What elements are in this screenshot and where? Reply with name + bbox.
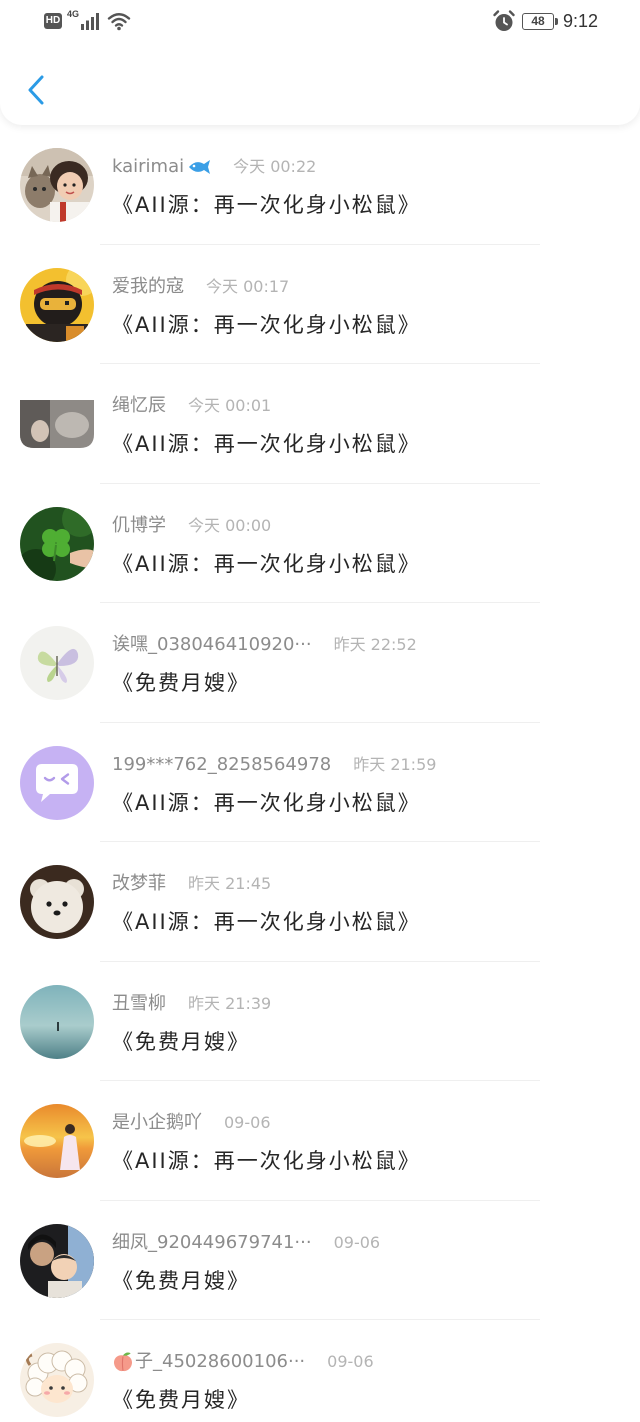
timestamp: 昨天 21:59 <box>353 754 437 774</box>
username[interactable]: 子_45028600106··· <box>135 1350 305 1374</box>
username[interactable]: 改梦菲 <box>112 872 166 896</box>
name-row: 丑雪柳 昨天 21:39 <box>112 992 271 1016</box>
username[interactable]: 爱我的寇 <box>112 275 184 299</box>
timestamp: 09-06 <box>224 1113 271 1132</box>
avatar[interactable] <box>20 506 94 581</box>
list-item[interactable]: kairimai 今天 00:22 《AII源：再一次化身小松鼠》 <box>0 125 640 245</box>
status-bar: HD 4G 48 9:12 <box>0 0 640 44</box>
timestamp: 昨天 21:45 <box>188 874 272 893</box>
name-row: kairimai 今天 00:22 <box>112 155 316 179</box>
name-row: 细凤_920449679741··· 09-06 <box>112 1231 380 1255</box>
timestamp: 09-06 <box>333 1232 381 1252</box>
name-row: 199***762_8258564978 昨天 21:59 <box>112 753 436 777</box>
network-type-label: 4G <box>67 9 80 19</box>
message-text: 《AII源：再一次化身小松鼠》 <box>112 432 421 456</box>
timestamp: 昨天 21:39 <box>188 993 272 1013</box>
message-text: 《AII源：再一次化身小松鼠》 <box>112 193 421 217</box>
username[interactable]: 仉博学 <box>112 514 166 538</box>
timestamp: 今天 00:00 <box>188 515 272 535</box>
alarm-icon <box>492 9 516 33</box>
battery-level: 48 <box>531 14 545 28</box>
timestamp: 今天 00:22 <box>233 157 317 176</box>
fish-icon <box>187 159 211 175</box>
list-item[interactable]: 爱我的寇 今天 00:17 《AII源：再一次化身小松鼠》 <box>0 245 640 364</box>
battery-terminal <box>555 18 558 25</box>
list-item[interactable]: 是小企鹅吖 09-06 《AII源：再一次化身小松鼠》 <box>0 1081 640 1201</box>
list-item[interactable]: 诶嘿_038046410920··· 昨天 22:52 《免费月嫂》 <box>0 603 640 723</box>
message-text: 《免费月嫂》 <box>112 1268 250 1293</box>
chevron-left-icon[interactable] <box>26 74 46 106</box>
username[interactable]: 199***762_8258564978 <box>112 753 331 777</box>
timestamp: 09-06 <box>327 1352 374 1371</box>
name-row: 仉博学 今天 00:00 <box>112 514 271 538</box>
avatar[interactable] <box>20 1104 94 1178</box>
timestamp: 今天 00:17 <box>206 276 290 296</box>
header: HD 4G 48 9:12 <box>0 0 640 125</box>
avatar[interactable] <box>20 1223 94 1298</box>
avatar[interactable] <box>20 148 94 222</box>
avatar[interactable] <box>20 626 94 700</box>
message-text: 《免费月嫂》 <box>112 1388 250 1412</box>
list-item[interactable]: 仉博学 今天 00:00 《AII源：再一次化身小松鼠》 <box>0 484 640 603</box>
avatar[interactable] <box>20 267 94 342</box>
timestamp: 昨天 22:52 <box>333 635 417 654</box>
list-item[interactable]: 丑雪柳 昨天 21:39 《免费月嫂》 <box>0 962 640 1081</box>
name-row: 绳忆辰 今天 00:01 <box>112 394 271 418</box>
clock-time: 9:12 <box>563 11 599 31</box>
timestamp: 今天 00:01 <box>188 396 272 415</box>
message-text: 《AII源：再一次化身小松鼠》 <box>112 1149 421 1173</box>
username[interactable]: 细凤_920449679741··· <box>112 1231 312 1255</box>
list-item[interactable]: 子_45028600106··· 09-06 《免费月嫂》 <box>0 1320 640 1422</box>
back-button[interactable] <box>18 68 54 112</box>
message-text: 《AII源：再一次化身小松鼠》 <box>112 551 421 576</box>
message-text: 《AII源：再一次化身小松鼠》 <box>112 790 421 815</box>
message-list: kairimai 今天 00:22 《AII源：再一次化身小松鼠》 爱我的寇 今… <box>0 125 640 1422</box>
message-text: 《免费月嫂》 <box>112 671 250 695</box>
peach-icon <box>112 1351 134 1373</box>
message-text: 《AII源：再一次化身小松鼠》 <box>112 312 421 337</box>
name-row: 是小企鹅吖 09-06 <box>112 1111 271 1135</box>
list-item[interactable]: 绳忆辰 今天 00:01 《AII源：再一次化身小松鼠》 <box>0 364 640 484</box>
list-item[interactable]: 199***762_8258564978 昨天 21:59 《AII源：再一次化… <box>0 723 640 842</box>
list-item[interactable]: 细凤_920449679741··· 09-06 《免费月嫂》 <box>0 1201 640 1320</box>
name-row: 诶嘿_038046410920··· 昨天 22:52 <box>112 633 417 657</box>
avatar[interactable] <box>20 745 94 820</box>
username[interactable]: 诶嘿_038046410920··· <box>112 633 312 657</box>
signal-icon <box>81 12 101 30</box>
avatar[interactable] <box>20 1343 94 1417</box>
list-item[interactable]: 改梦菲 昨天 21:45 《AII源：再一次化身小松鼠》 <box>0 842 640 962</box>
avatar[interactable] <box>20 865 94 939</box>
username[interactable]: kairimai <box>112 155 184 179</box>
message-text: 《免费月嫂》 <box>112 1029 250 1054</box>
wifi-icon <box>107 11 131 31</box>
username[interactable]: 绳忆辰 <box>112 394 166 418</box>
hd-badge: HD <box>44 13 62 29</box>
username[interactable]: 是小企鹅吖 <box>112 1111 202 1135</box>
avatar[interactable] <box>20 387 94 461</box>
battery-icon: 48 <box>522 13 554 30</box>
name-row: 改梦菲 昨天 21:45 <box>112 872 271 896</box>
name-row: 子_45028600106··· 09-06 <box>112 1350 374 1374</box>
avatar[interactable] <box>20 984 94 1059</box>
username[interactable]: 丑雪柳 <box>112 992 166 1016</box>
name-row: 爱我的寇 今天 00:17 <box>112 275 289 299</box>
message-text: 《AII源：再一次化身小松鼠》 <box>112 910 421 934</box>
